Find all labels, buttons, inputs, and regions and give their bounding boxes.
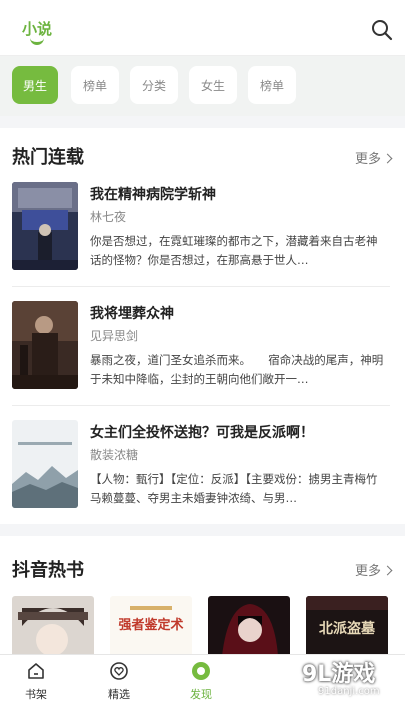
tab-label: 发现 [190, 688, 212, 701]
book-cover[interactable]: 北派盗墓 [306, 596, 388, 656]
cover-art-icon [208, 596, 290, 656]
filter-chip-category[interactable]: 分类 [130, 66, 178, 104]
search-button[interactable] [370, 18, 394, 42]
tab-label: 书架 [25, 688, 47, 701]
watermark-text: 9L游戏 [302, 662, 376, 687]
book-cover[interactable] [12, 596, 94, 656]
chevron-right-icon [382, 153, 393, 164]
chevron-right-icon [382, 565, 393, 576]
heart-circle-icon [110, 662, 128, 680]
book-cover[interactable] [12, 182, 78, 270]
book-item[interactable]: 女主们全投怀送抱？可我是反派啊！ 散装浓糖 【人物：甄行】【定位：反派】【主要戏… [0, 406, 405, 524]
cover-art-icon [12, 420, 78, 508]
cover-title-text: 北派盗墓 [319, 621, 375, 637]
site-watermark: 9L游戏 91danji.com [300, 654, 405, 703]
filter-chip-male[interactable]: 男生 [12, 66, 58, 104]
book-cover[interactable]: 强者鉴定术 [110, 596, 192, 656]
app-logo[interactable]: 小说 [22, 18, 62, 50]
search-icon [372, 20, 393, 41]
book-description: 你是否想过，在霓虹璀璨的都市之下，潜藏着来自古老神话的怪物？你是否想过，在那高悬… [90, 234, 378, 267]
filter-chip-female[interactable]: 女生 [189, 66, 237, 104]
filter-chip-ranking-2[interactable]: 榜单 [248, 66, 296, 104]
cover-art-icon [12, 182, 78, 270]
filter-chip-ranking[interactable]: 榜单 [71, 66, 119, 104]
top-bar: 小说 [0, 0, 405, 56]
book-title: 女主们全投怀送抱？可我是反派啊！ [90, 425, 314, 441]
more-link[interactable]: 更多 [355, 560, 393, 579]
book-cover[interactable] [12, 301, 78, 389]
cover-title-text: 强者鉴定术 [118, 618, 184, 633]
book-description: 暴雨之夜，道门圣女追杀而来。 宿命决战的尾声，神明于未知中降临，尘封的王朝向他们… [90, 353, 384, 386]
book-author: 散装浓糖 [90, 448, 139, 462]
logo-smile-icon [30, 38, 44, 45]
more-link[interactable]: 更多 [355, 148, 393, 167]
book-author: 见异思剑 [90, 329, 139, 343]
book-cover[interactable] [12, 420, 78, 508]
douyin-hot-section: 抖音热书 更多 强者鉴定术 北派盗墓 [0, 536, 405, 656]
section-title: 热门连载 [12, 147, 84, 168]
book-cover[interactable] [208, 596, 290, 656]
category-filter-bar: 男生 榜单 分类 女生 榜单 [0, 56, 405, 116]
tab-label: 精选 [108, 688, 130, 701]
tab-discover[interactable]: 发现 [171, 655, 231, 703]
book-description: 【人物：甄行】【定位：反派】【主要戏份：掳男主青梅竹马赖蔓蔓、夺男主未婚妻钟浓绮… [90, 472, 378, 505]
home-icon [28, 663, 44, 679]
watermark-url: 91danji.com [318, 686, 380, 697]
book-title: 我将埋葬众神 [90, 306, 174, 322]
app-logo-text: 小说 [22, 20, 53, 38]
tab-bookshelf[interactable]: 书架 [6, 655, 66, 703]
book-author: 林七夜 [90, 210, 127, 224]
discover-icon [192, 662, 210, 680]
book-item[interactable]: 我在精神病院学斩神 林七夜 你是否想过，在霓虹璀璨的都市之下，潜藏着来自古老神话… [0, 168, 405, 286]
tab-featured[interactable]: 精选 [89, 655, 149, 703]
book-title: 我在精神病院学斩神 [90, 187, 216, 203]
section-title: 抖音热书 [12, 560, 84, 581]
cover-art-icon [12, 596, 94, 656]
cover-art-icon [12, 301, 78, 389]
book-item[interactable]: 我将埋葬众神 见异思剑 暴雨之夜，道门圣女追杀而来。 宿命决战的尾声，神明于未知… [0, 287, 405, 405]
hot-serial-section: 热门连载 更多 我在精神病院学斩神 林七夜 你是否想过，在霓虹璀璨的都市之下，潜… [0, 128, 405, 524]
